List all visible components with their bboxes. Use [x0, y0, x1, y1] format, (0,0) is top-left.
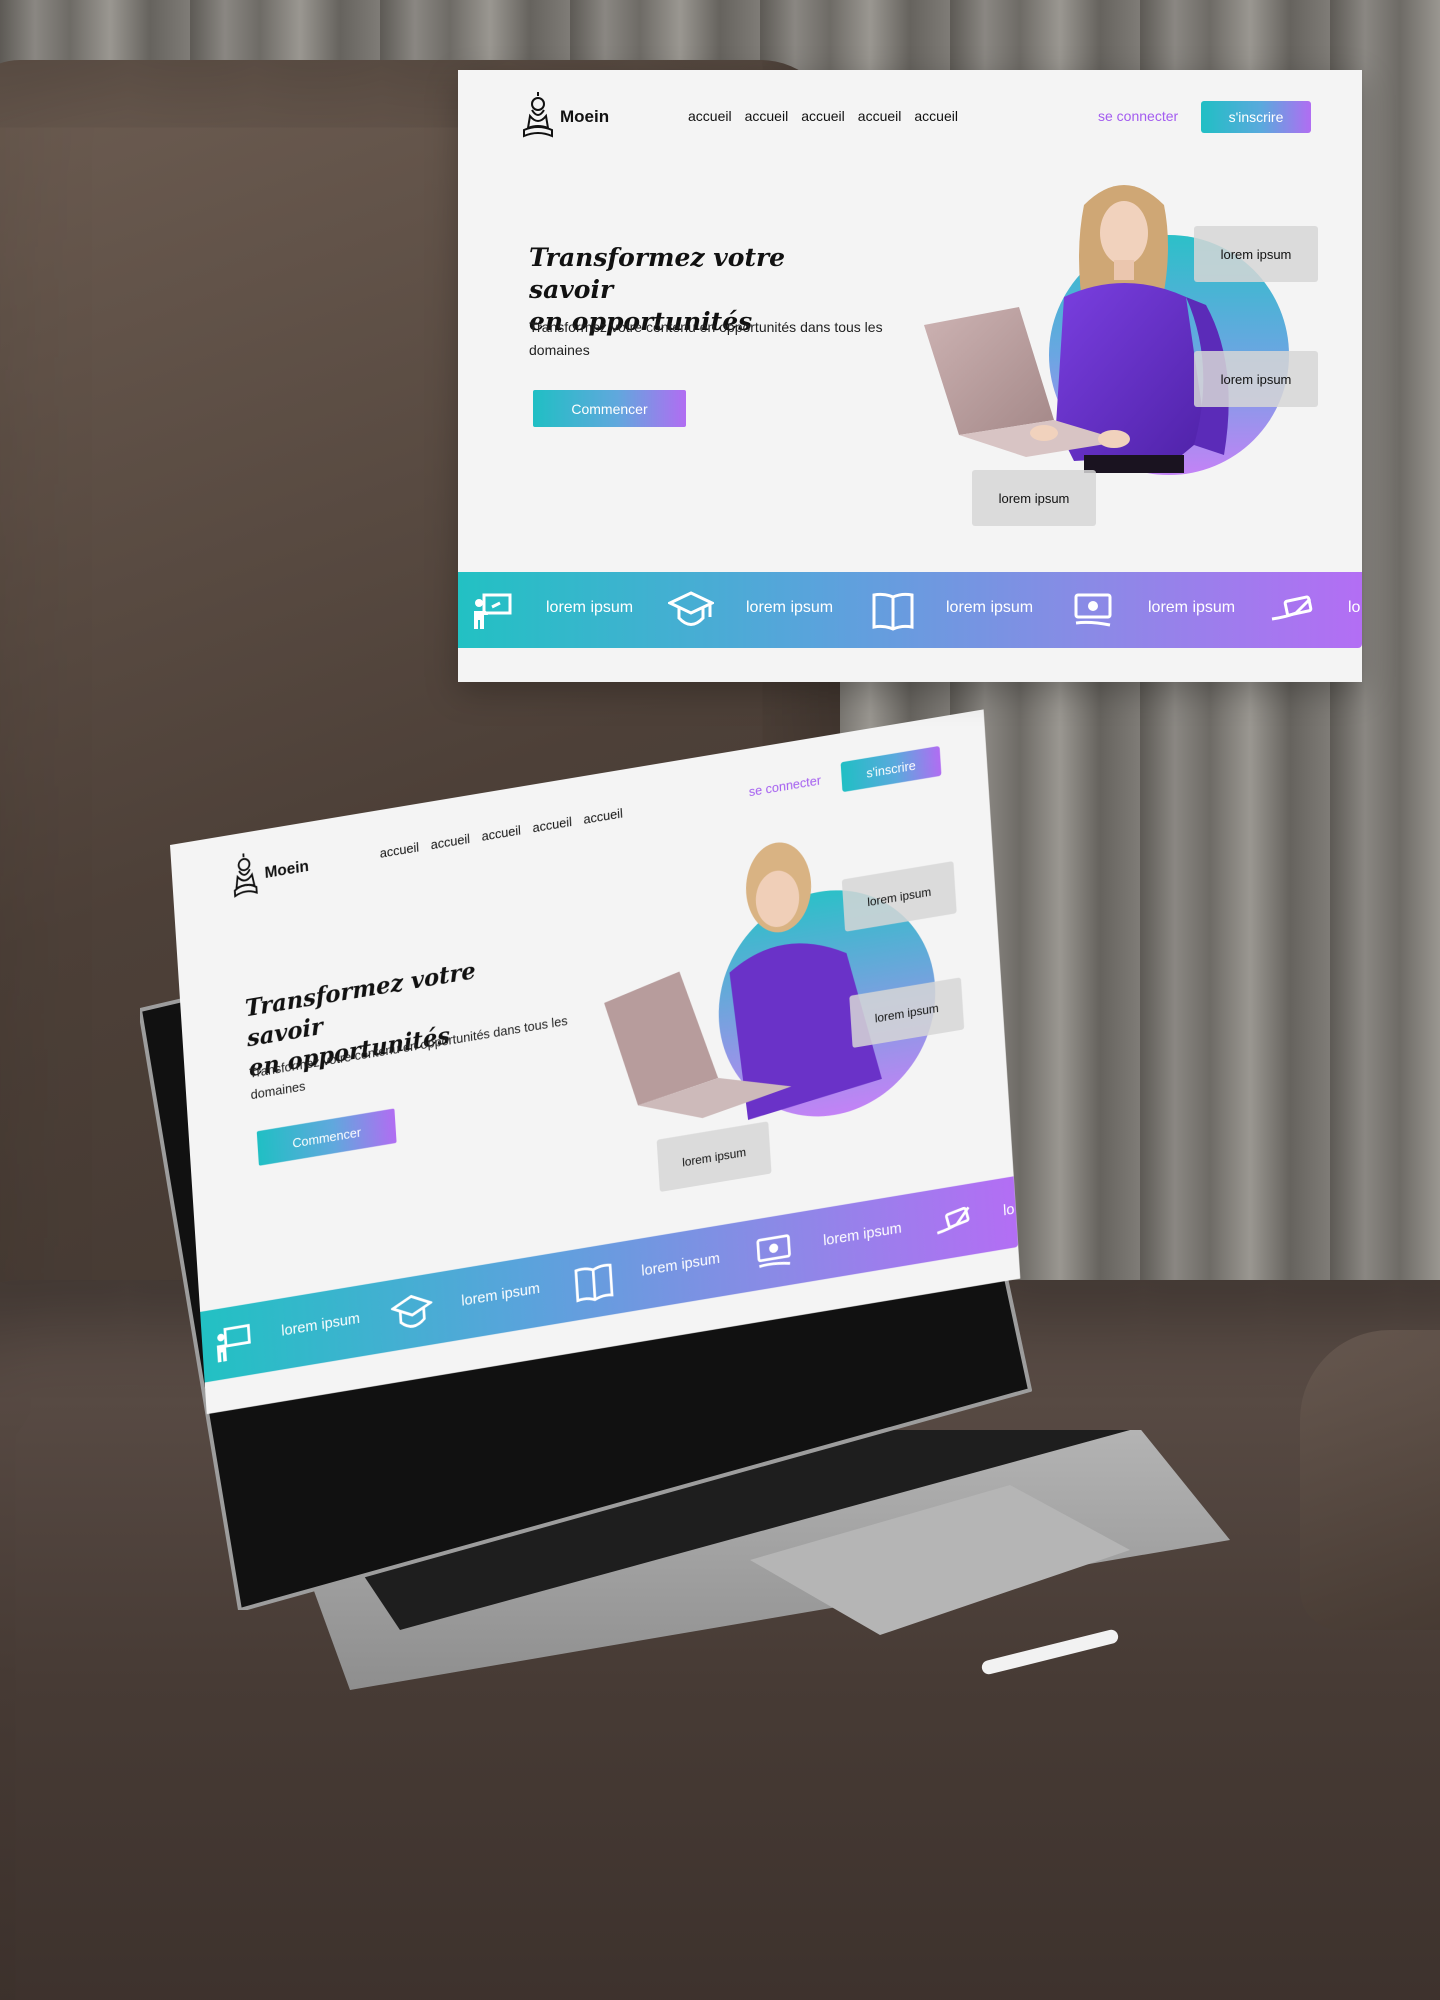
band-item [668, 572, 714, 648]
nav-link[interactable]: accueil [430, 831, 470, 852]
brand-name: Moein [264, 856, 310, 882]
open-book-icon [574, 1263, 614, 1303]
band-label: lorem ipsum [746, 599, 834, 616]
band-item [389, 1273, 435, 1351]
nav-links: accueil accueil accueil accueil accueil [688, 108, 958, 124]
hand-card-icon [937, 1206, 970, 1235]
brand-logo-icon [233, 853, 258, 898]
floating-card: lorem ipsum [1194, 226, 1318, 282]
floating-card: lorem ipsum [972, 470, 1096, 526]
brand: Moein [227, 841, 310, 905]
nav-link-accueil[interactable]: accueil [745, 108, 789, 124]
money-hand-icon [756, 1234, 791, 1268]
band-label: lorem ipsum [546, 599, 634, 616]
floating-card: lorem ipsum [1194, 351, 1318, 407]
band-label: lorem ipsum [280, 1310, 361, 1340]
top-nav: Moein accueil accueil accueil accueil ac… [458, 70, 1362, 170]
login-link[interactable]: se connecter [1098, 108, 1178, 124]
nav-link[interactable]: accueil [481, 822, 521, 843]
nav-link-accueil[interactable]: accueil [858, 108, 902, 124]
nav-link[interactable]: accueil [379, 839, 419, 860]
features-band: lorem ipsum lorem ipsum lorem ipsum lore… [458, 572, 1362, 648]
band-item [1270, 572, 1316, 648]
hero-title-line: Transformez votre savoir [529, 243, 786, 304]
hand-card-icon [1271, 595, 1313, 621]
band-item [470, 572, 516, 648]
website-mockup: Moein accueil accueil accueil accueil ac… [458, 70, 1362, 682]
nav-link-accueil[interactable]: accueil [688, 108, 732, 124]
band-item [751, 1213, 797, 1291]
start-button[interactable]: Commencer [533, 390, 686, 427]
sofa-arm [1300, 1330, 1440, 1630]
band-item [571, 1243, 617, 1321]
nav-link-accueil[interactable]: accueil [914, 108, 958, 124]
signup-button[interactable]: s'inscrire [1201, 101, 1311, 133]
band-label: lorem ipsum [822, 1220, 903, 1250]
band-item [1070, 572, 1116, 648]
teacher-board-icon [216, 1323, 251, 1363]
nav-links: accueil accueil accueil accueil accueil [379, 805, 623, 860]
signup-button[interactable]: s'inscrire [840, 745, 942, 793]
band-item [211, 1303, 257, 1381]
open-book-icon [872, 592, 914, 631]
band-label: lorem ipsum [640, 1250, 721, 1280]
graduation-cap-icon [668, 591, 714, 626]
start-button[interactable]: Commencer [256, 1108, 397, 1166]
graduation-cap-icon [390, 1294, 434, 1328]
band-label: lorem ipsum [460, 1280, 541, 1310]
band-label: lorem ipsum [946, 599, 1034, 616]
band-label: lorem ipsum [1148, 599, 1236, 616]
band-item [931, 1183, 977, 1261]
band-label: lo [1348, 599, 1361, 616]
brand-name: Moein [560, 107, 610, 126]
band-label: lo [1002, 1201, 1015, 1220]
band-item [870, 572, 916, 648]
nav-link[interactable]: accueil [583, 805, 623, 826]
photo-scene: Moein accueil accueil accueil accueil ac… [0, 0, 1440, 2000]
login-link[interactable]: se connecter [748, 772, 821, 799]
nav-link[interactable]: accueil [532, 814, 572, 835]
teacher-board-icon [474, 593, 512, 629]
money-hand-icon [1074, 593, 1112, 627]
hero-description: Transformez votre contenu en opportunité… [529, 319, 883, 358]
nav-link-accueil[interactable]: accueil [801, 108, 845, 124]
brand-logo-icon [523, 92, 553, 138]
hero-illustration [924, 185, 1289, 475]
brand[interactable]: Moein [520, 90, 609, 144]
